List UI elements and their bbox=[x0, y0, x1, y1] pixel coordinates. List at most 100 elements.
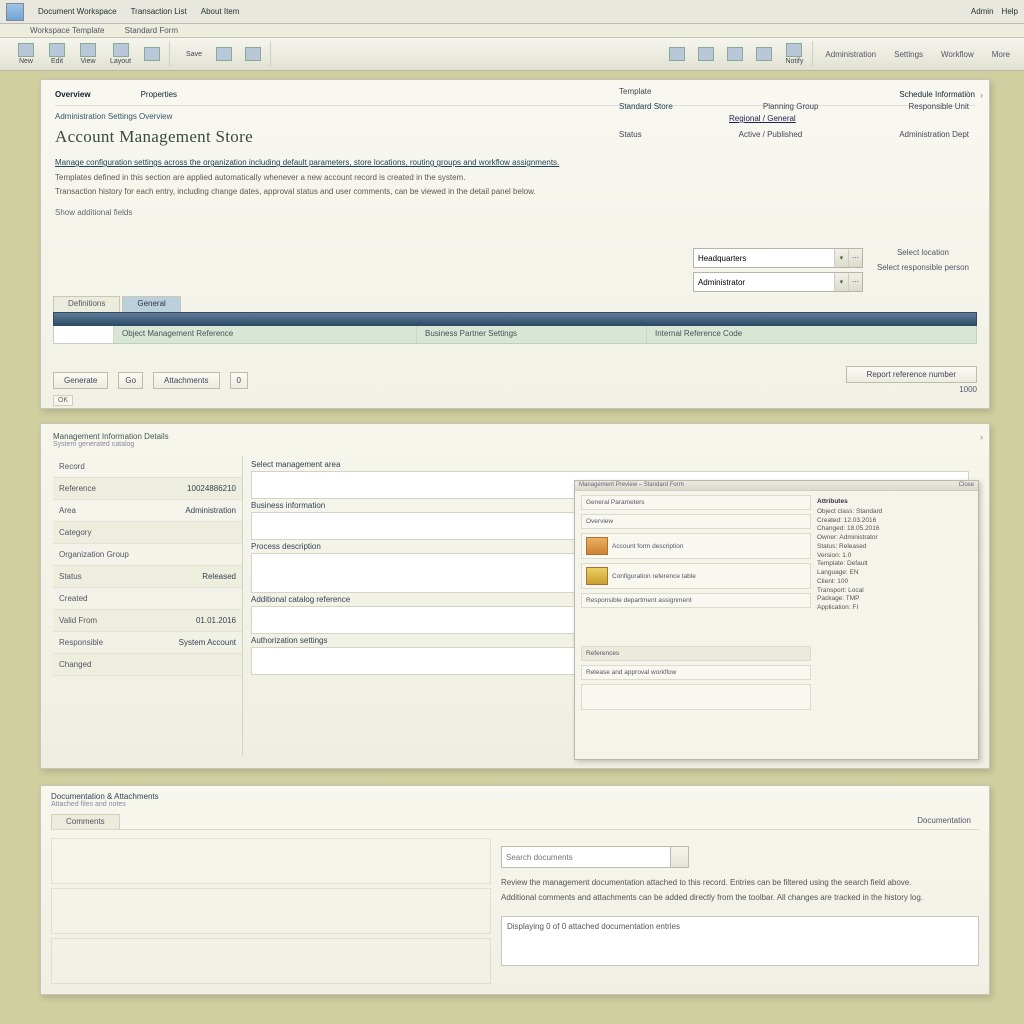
status-chip: OK bbox=[53, 395, 73, 406]
body-line-3: Transaction history for each entry, incl… bbox=[55, 186, 975, 198]
list-item[interactable]: AreaAdministration bbox=[53, 500, 242, 522]
menu-help[interactable]: Help bbox=[1002, 7, 1018, 16]
ribbon-link-button[interactable] bbox=[139, 41, 165, 67]
ribbon-export-button[interactable] bbox=[722, 41, 748, 67]
preview-row[interactable]: Release and approval workflow bbox=[581, 665, 811, 680]
body-line-1: Manage configuration settings across the… bbox=[55, 157, 975, 169]
section-tab-overview[interactable]: Overview bbox=[55, 90, 91, 99]
grid-tab-general[interactable]: General bbox=[122, 296, 180, 312]
preview-item[interactable]: Account form description bbox=[581, 533, 811, 559]
app-logo-icon bbox=[6, 3, 24, 21]
ribbon-layout-button[interactable]: Layout bbox=[105, 41, 136, 67]
docs-text-1: Review the management documentation atta… bbox=[501, 878, 979, 887]
ribbon-new-button[interactable]: New bbox=[12, 41, 40, 67]
doc-slot[interactable] bbox=[51, 938, 491, 984]
list-item[interactable]: Reference10024886210 bbox=[53, 478, 242, 500]
grid-cell-blank bbox=[54, 326, 114, 343]
ribbon-send-button[interactable] bbox=[751, 41, 777, 67]
grid-row[interactable]: Object Management Reference Business Par… bbox=[53, 326, 977, 344]
ribbon-save-button[interactable]: Save bbox=[180, 41, 208, 67]
list-item[interactable]: Valid From01.01.2016 bbox=[53, 610, 242, 632]
ribbon-form-button[interactable] bbox=[664, 41, 690, 67]
print-icon bbox=[698, 47, 714, 61]
list-item[interactable]: Record bbox=[53, 456, 242, 478]
generate-button[interactable]: Generate bbox=[53, 372, 108, 389]
menu-admin[interactable]: Admin bbox=[971, 7, 994, 16]
doc-slot[interactable] bbox=[51, 888, 491, 934]
ribbon-attach-button[interactable] bbox=[240, 41, 266, 67]
grid-header-bar bbox=[53, 312, 977, 326]
ribbon: New Edit View Layout Save Notify Adminis… bbox=[0, 38, 1024, 71]
dropdown-icon[interactable]: ▾ bbox=[834, 249, 848, 267]
ribbon-print-button[interactable] bbox=[693, 41, 719, 67]
docs-result-box: Displaying 0 of 0 attached documentation… bbox=[501, 916, 979, 966]
docs-tab-comments[interactable]: Comments bbox=[51, 814, 120, 829]
grid-tab-definitions[interactable]: Definitions bbox=[53, 296, 120, 312]
close-icon[interactable]: Close bbox=[959, 482, 974, 489]
preview-attributes: Attributes Object class: StandardCreated… bbox=[817, 495, 972, 749]
list-item[interactable]: Changed bbox=[53, 654, 242, 676]
menu-document[interactable]: Document Workspace bbox=[38, 7, 117, 16]
attachments-count-button[interactable]: 0 bbox=[230, 372, 248, 389]
new-icon bbox=[18, 43, 34, 57]
list-item[interactable]: ResponsibleSystem Account bbox=[53, 632, 242, 654]
docs-subtitle: Attached files and notes bbox=[51, 801, 979, 808]
generate-go-button[interactable]: Go bbox=[118, 372, 143, 389]
docs-search bbox=[501, 846, 979, 868]
check-icon bbox=[216, 47, 232, 61]
detail-panel: › Management Information Details System … bbox=[40, 423, 990, 769]
ribbon-workflow-label[interactable]: Workflow bbox=[935, 50, 980, 59]
preview-item[interactable]: Configuration reference table bbox=[581, 563, 811, 589]
list-item[interactable]: StatusReleased bbox=[53, 566, 242, 588]
grid-cell-partner: Business Partner Settings bbox=[416, 326, 646, 343]
menu-about[interactable]: About Item bbox=[201, 7, 240, 16]
docs-tabs: Comments Documentation bbox=[51, 814, 979, 830]
grid-cell-code: Internal Reference Code bbox=[646, 326, 976, 343]
notify-icon bbox=[786, 43, 802, 57]
docs-panel: Documentation & Attachments Attached fil… bbox=[40, 785, 990, 995]
lookup-icon[interactable]: ⋯ bbox=[848, 249, 862, 267]
ribbon-admin-label[interactable]: Administration bbox=[819, 50, 882, 59]
preview-row[interactable] bbox=[581, 684, 811, 710]
ribbon-settings-label[interactable]: Settings bbox=[888, 50, 929, 59]
chevron-right-icon[interactable]: › bbox=[966, 87, 969, 96]
grid-cell-object: Object Management Reference bbox=[114, 326, 416, 343]
location-input[interactable] bbox=[694, 249, 834, 267]
list-item[interactable]: Created bbox=[53, 588, 242, 610]
report-ref-field[interactable]: Report reference number bbox=[846, 366, 977, 383]
preview-section: References bbox=[581, 646, 811, 661]
doc-slot[interactable] bbox=[51, 838, 491, 884]
ribbon-check-button[interactable] bbox=[211, 41, 237, 67]
edit-icon bbox=[49, 43, 65, 57]
thumbnail-icon bbox=[586, 537, 608, 555]
docs-crumb: Documentation bbox=[909, 814, 979, 829]
scroll-right-icon[interactable]: › bbox=[980, 90, 983, 100]
docs-search-input[interactable] bbox=[501, 846, 671, 868]
layout-icon bbox=[113, 43, 129, 57]
location-field[interactable]: ▾ ⋯ bbox=[693, 248, 863, 268]
ribbon-view-button[interactable]: View bbox=[74, 41, 102, 67]
docs-right: Review the management documentation atta… bbox=[501, 838, 979, 988]
ribbon-more-label[interactable]: More bbox=[986, 50, 1016, 59]
preview-titlebar[interactable]: Management Preview – Standard Form Close bbox=[575, 481, 978, 491]
responsible-caption: Select responsible person bbox=[877, 263, 969, 272]
list-item[interactable]: Organization Group bbox=[53, 544, 242, 566]
view-icon bbox=[80, 43, 96, 57]
summary-link-1[interactable]: Regional / General bbox=[729, 114, 969, 123]
location-caption: Select location bbox=[897, 248, 949, 257]
menu-transaction[interactable]: Transaction List bbox=[131, 7, 187, 16]
preview-sub: Overview bbox=[581, 514, 811, 529]
show-more-link[interactable]: Show additional fields bbox=[55, 208, 975, 217]
detail-title: Management Information Details bbox=[53, 432, 977, 441]
preview-window: Management Preview – Standard Form Close… bbox=[574, 480, 979, 760]
preview-row[interactable]: Responsible department assignment bbox=[581, 593, 811, 608]
panel-collapse-icon[interactable]: › bbox=[980, 432, 983, 442]
attachments-button[interactable]: Attachments bbox=[153, 372, 219, 389]
grid-tabs: Definitions General bbox=[53, 296, 977, 312]
ribbon-notify-button[interactable]: Notify bbox=[780, 41, 808, 67]
section-tab-properties[interactable]: Properties bbox=[141, 90, 177, 99]
export-icon bbox=[727, 47, 743, 61]
ribbon-edit-button[interactable]: Edit bbox=[43, 41, 71, 67]
list-item[interactable]: Category bbox=[53, 522, 242, 544]
search-icon[interactable] bbox=[671, 846, 689, 868]
